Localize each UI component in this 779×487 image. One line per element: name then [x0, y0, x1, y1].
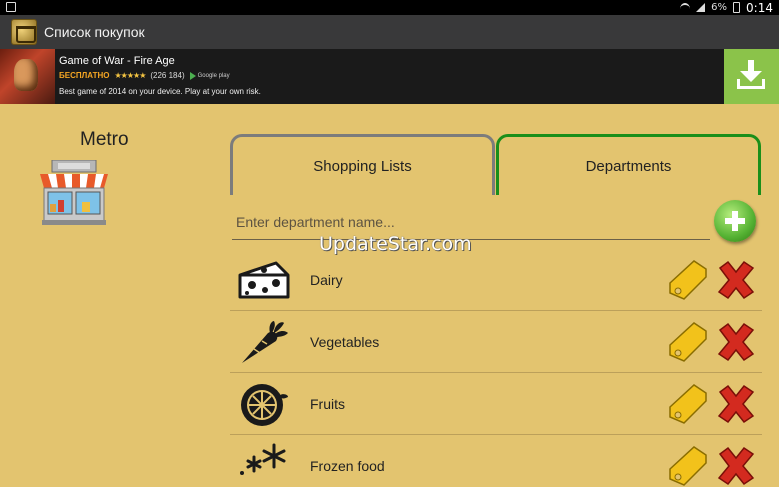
delete-x-icon[interactable]	[716, 260, 756, 300]
ad-title[interactable]: Game of War - Fire Age	[59, 55, 175, 67]
app-title: Список покупок	[44, 24, 145, 40]
google-play-badge: Google play	[189, 71, 230, 80]
status-indicators: 6% 0:14	[680, 0, 773, 15]
department-label: Fruits	[310, 396, 345, 412]
department-label: Frozen food	[310, 458, 385, 474]
wifi-icon	[680, 2, 691, 13]
delete-x-icon[interactable]	[716, 384, 756, 424]
ad-banner[interactable]: Game of War - Fire Age БЕСПЛАТНО ★★★★★ (…	[0, 49, 779, 104]
tab-shopping-lists[interactable]: Shopping Lists	[230, 134, 495, 195]
battery-percent: 6%	[711, 2, 728, 13]
storefront-icon[interactable]	[38, 160, 110, 226]
list-item[interactable]: Frozen food	[230, 435, 762, 487]
clock: 0:14	[746, 0, 773, 15]
tab-departments[interactable]: Departments	[496, 134, 761, 195]
list-item[interactable]: Dairy	[230, 249, 762, 311]
add-department-button[interactable]	[714, 200, 756, 242]
shopping-basket-app-icon[interactable]	[11, 19, 37, 45]
status-bar: 6% 0:14	[0, 0, 779, 15]
gallery-notification-icon	[6, 2, 16, 12]
game-warrior-icon[interactable]	[0, 49, 55, 104]
ad-description: Best game of 2014 on your device. Play a…	[59, 87, 261, 96]
delete-x-icon[interactable]	[716, 446, 756, 486]
rating-stars-icon: ★★★★★	[114, 71, 147, 80]
citrus-icon	[241, 384, 288, 426]
department-label: Vegetables	[310, 334, 380, 350]
delete-x-icon[interactable]	[716, 322, 756, 362]
edit-tag-icon[interactable]	[666, 321, 710, 363]
store-name: Metro	[80, 129, 129, 150]
department-label: Dairy	[310, 272, 343, 288]
download-button[interactable]	[724, 49, 779, 104]
edit-tag-icon[interactable]	[666, 445, 710, 487]
google-play-icon	[189, 71, 196, 80]
carrot-icon	[242, 321, 288, 363]
ad-price: БЕСПЛАТНО	[59, 71, 110, 80]
list-item[interactable]: Vegetables	[230, 311, 762, 373]
list-item[interactable]: Fruits	[230, 373, 762, 435]
cheese-icon	[238, 261, 290, 299]
edit-tag-icon[interactable]	[666, 383, 710, 425]
ad-meta: БЕСПЛАТНО ★★★★★ (226 184) Google play	[59, 71, 230, 80]
ad-rating-count: (226 184)	[150, 71, 185, 80]
snowflake-icon	[240, 443, 286, 475]
action-bar: Список покупок	[0, 15, 779, 49]
google-play-label: Google play	[197, 72, 230, 79]
signal-icon	[696, 3, 706, 12]
battery-icon	[733, 2, 741, 13]
edit-tag-icon[interactable]	[666, 259, 710, 301]
